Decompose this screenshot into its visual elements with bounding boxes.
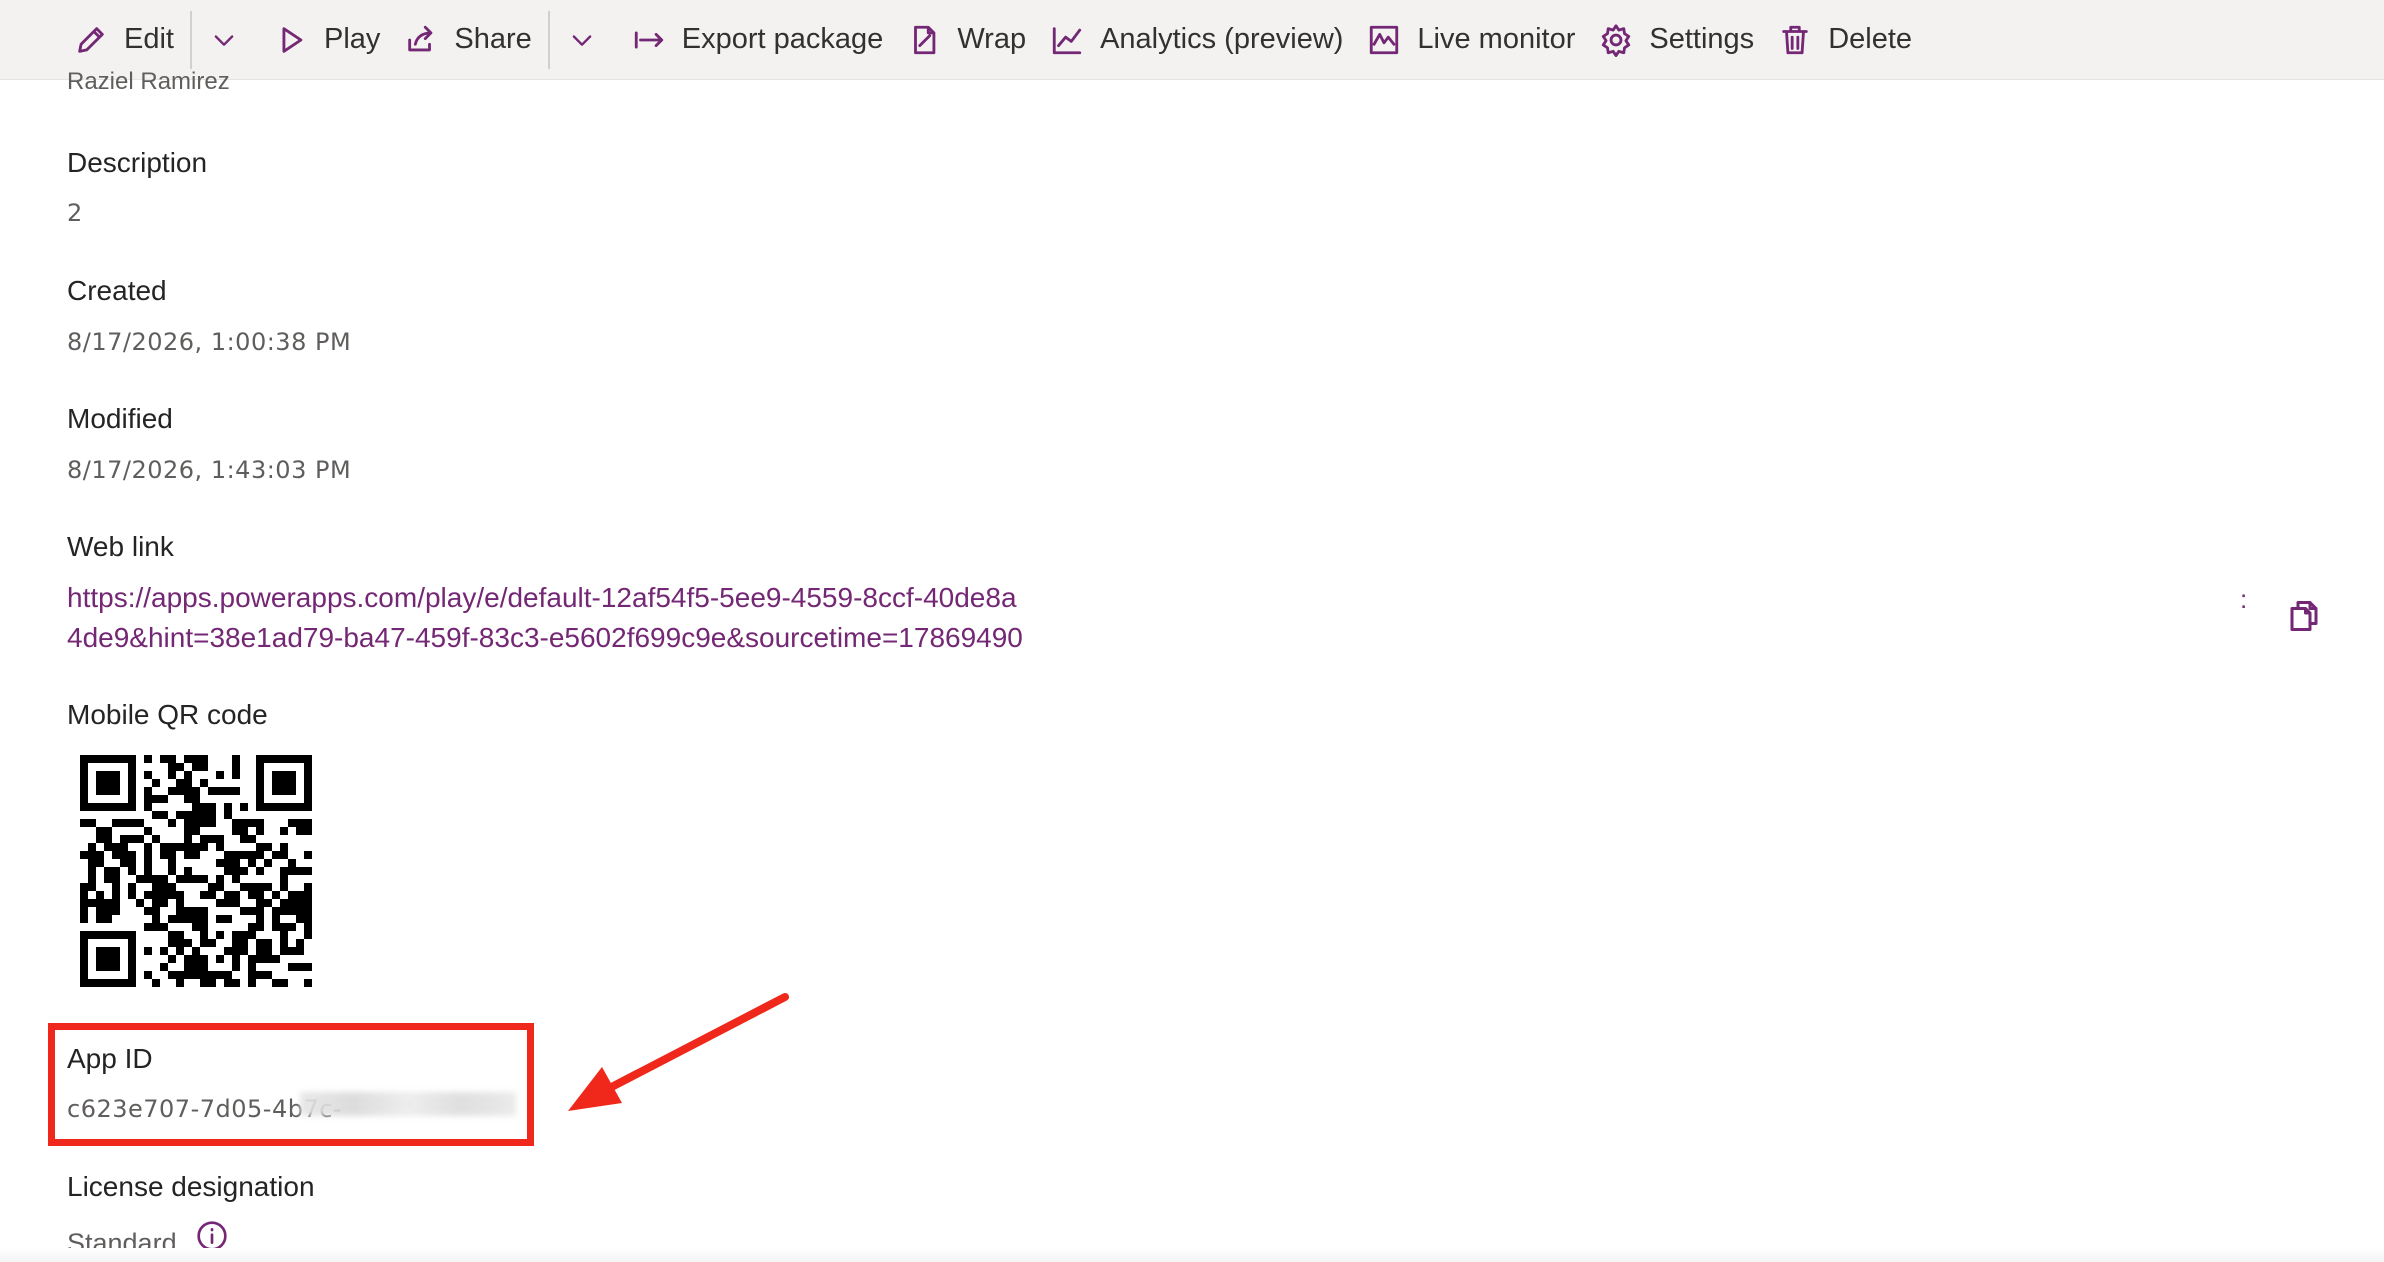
qr-code-label: Mobile QR code [67,699,268,730]
toolbar-divider [547,10,550,69]
wrap-label: Wrap [957,23,1027,55]
license-designation-label: License designation [67,1171,315,1202]
delete-button[interactable]: Delete [1766,0,1924,80]
share-dropdown-button[interactable] [554,0,610,80]
live-monitor-icon [1370,25,1399,54]
edit-icon [78,26,104,53]
wrap-button[interactable]: Wrap [895,0,1038,80]
play-label: Play [323,23,381,55]
toolbar-divider [189,10,192,69]
created-label: Created [67,275,167,306]
owner-value: Raziel Ramirez [67,68,230,95]
export-label: Export package [681,23,884,55]
modified-label: Modified [67,403,173,434]
analytics-button[interactable]: Analytics (preview) [1038,0,1355,80]
modified-value: 8/17/2026, 1:43:03 PM [67,456,352,484]
command-bar: Edit Play Share Export package Wrap Anal… [0,0,2384,80]
share-label: Share [454,23,532,55]
web-link-overflow-mark: : [2240,584,2248,614]
chevron-down-icon [572,34,592,46]
live-monitor-label: Live monitor [1417,23,1576,55]
annotation-arrow [568,993,789,1111]
edit-label: Edit [124,23,174,55]
delete-icon [1782,25,1808,54]
qr-code-image [80,755,312,987]
play-icon [282,26,303,53]
analytics-label: Analytics (preview) [1100,23,1344,55]
share-icon [408,25,433,51]
description-label: Description [67,147,208,178]
export-icon [634,31,663,48]
share-button[interactable]: Share [392,0,543,80]
scroll-shadow [0,1248,2384,1262]
created-value: 8/17/2026, 1:00:38 PM [67,328,352,356]
settings-button[interactable]: Settings [1587,0,1766,80]
export-package-button[interactable]: Export package [620,0,896,80]
play-button[interactable]: Play [262,0,392,80]
delete-label: Delete [1828,23,1913,55]
app-id-highlight-box [48,1023,534,1146]
web-link-line-2[interactable]: 4de9&hint=38e1ad79-ba47-459f-83c3-e5602f… [67,618,1023,658]
chevron-down-icon [214,34,234,46]
analytics-icon [1052,26,1082,54]
web-link-label: Web link [67,531,174,562]
copy-icon[interactable] [2286,598,2322,634]
description-value: 2 [67,199,83,227]
live-monitor-button[interactable]: Live monitor [1355,0,1587,80]
settings-icon [1602,23,1631,57]
wrap-icon [914,25,936,54]
web-link-line-1[interactable]: https://apps.powerapps.com/play/e/defaul… [67,578,1017,618]
settings-label: Settings [1649,23,1755,55]
